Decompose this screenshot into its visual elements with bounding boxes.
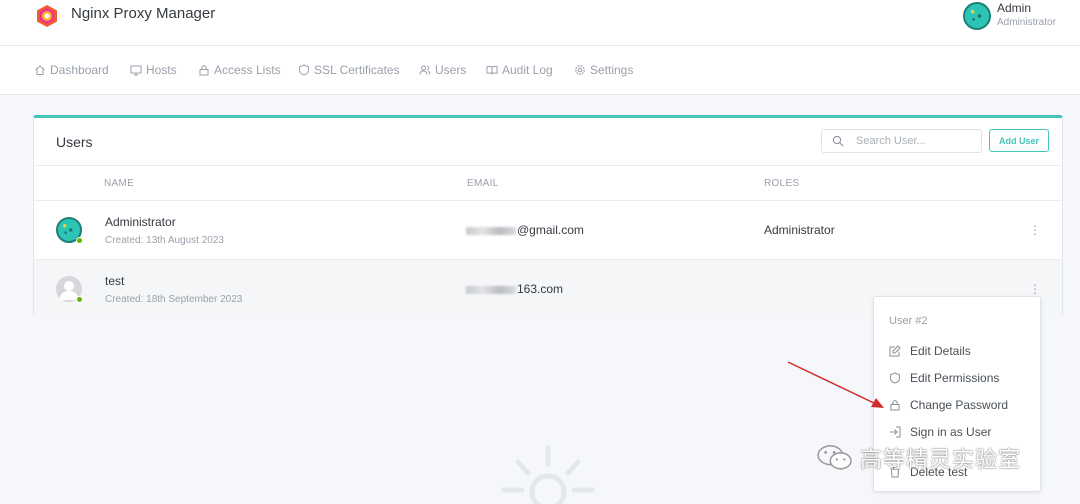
user-email-domain: 163.com <box>517 282 564 296</box>
redacted-email-blur <box>466 226 516 235</box>
nav-hosts-label: Hosts <box>146 63 177 77</box>
user-email: @gmail.com <box>466 223 584 237</box>
app-logo-icon[interactable] <box>35 4 59 28</box>
online-status-dot <box>76 296 83 303</box>
search-user-input[interactable] <box>856 133 976 149</box>
search-user-box[interactable] <box>821 129 982 153</box>
users-icon <box>419 65 431 75</box>
current-user-role: Administrator <box>997 17 1056 28</box>
menu-item-edit-details[interactable]: Edit Details <box>889 344 971 358</box>
lock-icon <box>890 400 900 411</box>
monitor-icon <box>130 65 142 76</box>
dropdown-header: User #2 <box>889 315 928 327</box>
nav-dashboard-label: Dashboard <box>50 63 109 77</box>
gear-icon <box>575 65 585 75</box>
sign-in-icon <box>890 426 901 438</box>
nav-ssl-certificates[interactable]: SSL Certificates <box>298 63 400 77</box>
column-header-email: EMAIL <box>467 178 499 189</box>
current-user-name[interactable]: Admin <box>997 1 1031 15</box>
nav-settings[interactable]: Settings <box>574 63 633 77</box>
user-name: test <box>105 274 125 288</box>
users-card: Users Add User NAME EMAIL ROLES Administ… <box>33 115 1063 319</box>
nav-ssl-certificates-label: SSL Certificates <box>314 63 400 77</box>
add-user-button[interactable]: Add User <box>989 129 1049 152</box>
shield-icon <box>890 372 900 384</box>
nav-audit-log[interactable]: Audit Log <box>486 63 553 77</box>
user-roles: Administrator <box>764 223 835 237</box>
row-actions-kebab-icon[interactable]: ⋮ <box>1029 282 1041 296</box>
wechat-icon <box>817 445 852 470</box>
user-created-date: Created: 13th August 2023 <box>105 235 224 246</box>
current-user-avatar[interactable] <box>963 2 991 30</box>
menu-item-sign-in-as-user[interactable]: Sign in as User <box>889 425 991 439</box>
empty-state-sun-icon <box>501 445 595 504</box>
redacted-email-blur <box>466 285 516 294</box>
watermark: 高等精灵实验室 <box>816 442 1021 474</box>
nav-access-lists[interactable]: Access Lists <box>198 63 281 77</box>
watermark-text: 高等精灵实验室 <box>860 448 1022 473</box>
top-header: Nginx Proxy Manager Admin Administrator <box>0 0 1080 46</box>
row-actions-kebab-icon[interactable]: ⋮ <box>1029 223 1041 237</box>
nav-settings-label: Settings <box>590 63 634 77</box>
user-email: 163.com <box>466 282 563 296</box>
menu-item-label: Edit Permissions <box>910 371 1000 385</box>
online-status-dot <box>76 237 83 244</box>
user-name: Administrator <box>105 215 176 229</box>
lock-icon <box>199 65 209 76</box>
table-row[interactable]: Administrator Created: 13th August 2023 … <box>34 201 1062 260</box>
main-nav: Dashboard Hosts Access Lists SSL Certifi… <box>0 46 1080 95</box>
edit-icon <box>889 345 901 357</box>
column-header-roles: ROLES <box>764 178 800 189</box>
menu-item-label: Edit Details <box>910 344 971 358</box>
menu-item-label: Change Password <box>910 398 1009 412</box>
user-email-domain: @gmail.com <box>517 223 584 237</box>
users-card-title: Users <box>56 134 93 150</box>
column-header-name: NAME <box>104 178 135 189</box>
nav-audit-log-label: Audit Log <box>502 63 553 77</box>
menu-item-change-password[interactable]: Change Password <box>889 398 1008 412</box>
table-header: NAME EMAIL ROLES <box>34 165 1062 201</box>
nav-hosts[interactable]: Hosts <box>130 63 177 77</box>
nav-users-label: Users <box>435 63 467 77</box>
nav-users[interactable]: Users <box>419 63 466 77</box>
nav-access-lists-label: Access Lists <box>214 63 281 77</box>
book-icon <box>486 66 498 75</box>
nav-dashboard[interactable]: Dashboard <box>34 63 109 77</box>
search-icon <box>832 135 844 147</box>
menu-item-label: Sign in as User <box>910 425 992 439</box>
shield-icon <box>299 64 309 76</box>
menu-item-edit-permissions[interactable]: Edit Permissions <box>889 371 999 385</box>
app-title[interactable]: Nginx Proxy Manager <box>71 5 215 22</box>
home-icon <box>35 65 45 75</box>
user-created-date: Created: 18th September 2023 <box>105 294 243 305</box>
